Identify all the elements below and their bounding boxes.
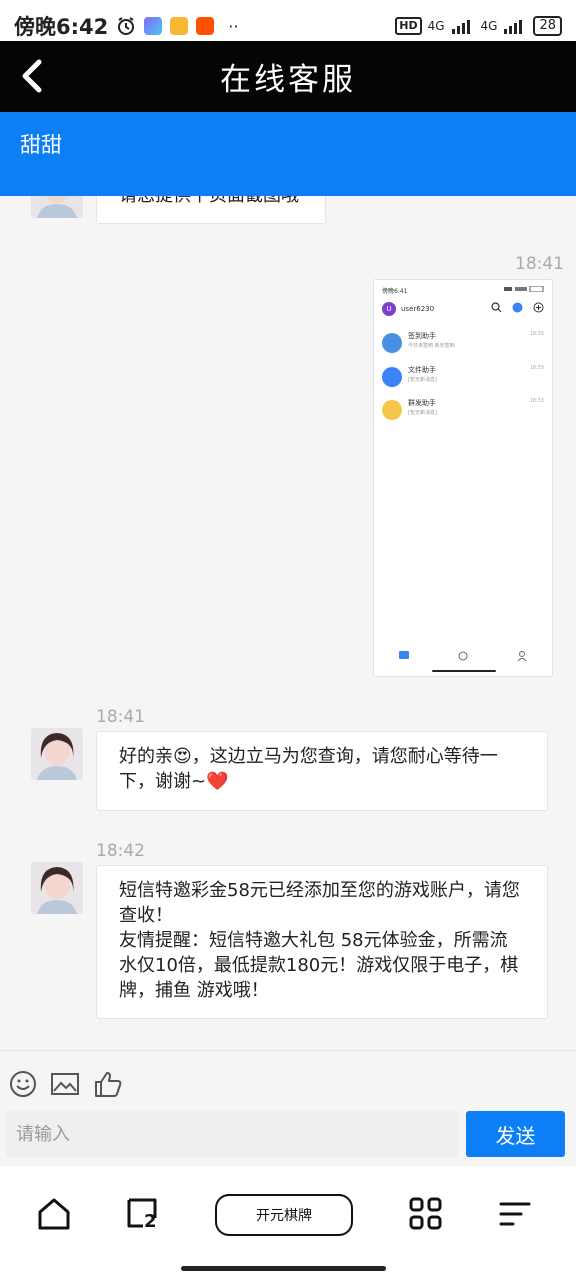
shot-status-time: 傍晚6:41 xyxy=(382,288,408,295)
shot-row-title: 签到助手 xyxy=(408,332,436,340)
status-notification-icons: ·· xyxy=(116,16,238,36)
shot-row-subtitle: [暂无新消息] xyxy=(408,410,437,416)
menu-icon[interactable] xyxy=(497,1196,533,1232)
message-text: 短信特邀彩金58元已经添加至您的游戏账户，请您查收！ 友情提醒：短信特邀大礼包 … xyxy=(119,880,520,1001)
apps-icon[interactable] xyxy=(408,1196,444,1232)
shot-row-title: 文件助手 xyxy=(408,366,436,374)
shot-list-item: 群发助手 [暂无新消息] 18:33 xyxy=(382,397,544,427)
shot-list-item: 签到助手 今日未签到·新年签到 18:33 xyxy=(382,330,544,360)
tab-count: 2 xyxy=(144,1211,157,1232)
message-bubble: 好的亲😍，这边立马为您查询，请您耐心等待一下，谢谢~❤️ xyxy=(96,731,548,811)
folder-icon xyxy=(382,367,402,387)
agent-avatar xyxy=(31,728,83,780)
signal-icon xyxy=(451,20,470,34)
message-input[interactable] xyxy=(6,1111,458,1157)
home-icon[interactable] xyxy=(36,1196,72,1232)
more-notifications-icon: ·· xyxy=(228,16,239,36)
shot-row-subtitle: [暂无新消息] xyxy=(408,377,437,383)
emoji-icon[interactable] xyxy=(8,1069,38,1099)
shot-bottom-nav xyxy=(374,650,552,662)
shot-user-name: user6230 xyxy=(401,305,435,313)
message-time: 18:42 xyxy=(96,841,145,861)
status-right-icons: HD 4G 4G 28 xyxy=(395,16,562,36)
add-icon xyxy=(533,302,544,313)
search-icon xyxy=(491,302,502,313)
shot-top-icons xyxy=(491,302,544,313)
screenshot-image-message[interactable]: 傍晚6:41 U user6230 签到助手 今日未签到·新年签到 18:33 … xyxy=(373,279,553,677)
app-notification-icon xyxy=(144,17,163,35)
compass-icon xyxy=(512,302,523,313)
app-notification-icon xyxy=(170,17,189,35)
agent-name: 甜甜 xyxy=(20,133,62,157)
send-button[interactable]: 发送 xyxy=(466,1111,565,1157)
network-type: 4G xyxy=(427,19,445,33)
network-type: 4G xyxy=(480,19,498,33)
taobao-icon xyxy=(196,17,215,35)
profile-icon xyxy=(517,651,527,662)
shot-user: U user6230 xyxy=(382,302,434,316)
shot-row-subtitle: 今日未签到·新年签到 xyxy=(408,343,455,349)
kaiyuan-qipai-button[interactable]: 开元棋牌 xyxy=(215,1194,353,1236)
page-title: 在线客服 xyxy=(220,62,356,98)
shot-status-bar: 傍晚6:41 xyxy=(382,286,544,295)
message-time: 18:41 xyxy=(515,254,564,274)
bottom-nav: 2 开元棋牌 xyxy=(0,1166,576,1280)
contacts-icon xyxy=(458,651,468,661)
sign-in-helper-icon xyxy=(382,333,402,353)
message-bubble: 短信特邀彩金58元已经添加至您的游戏账户，请您查收！ 友情提醒：短信特邀大礼包 … xyxy=(96,865,548,1019)
shot-row-time: 18:33 xyxy=(529,365,544,371)
agent-bar: 甜甜 xyxy=(0,112,576,196)
agent-avatar xyxy=(31,196,83,218)
shot-row-time: 18:33 xyxy=(529,331,544,337)
shot-row-title: 群发助手 xyxy=(408,399,436,407)
alarm-icon xyxy=(118,17,135,35)
image-icon[interactable] xyxy=(50,1069,80,1099)
message-bubble: 请您提供下页面截图哦 xyxy=(96,196,326,224)
shot-list-item: 文件助手 [暂无新消息] 18:33 xyxy=(382,364,544,394)
message-text: 好的亲😍，这边立马为您查询，请您耐心等待一下，谢谢~❤️ xyxy=(119,746,498,792)
back-button[interactable] xyxy=(10,53,54,99)
message-text: 请您提供下页面截图哦 xyxy=(119,196,299,206)
chevron-left-icon xyxy=(22,59,42,93)
broadcast-icon xyxy=(382,400,402,420)
agent-avatar xyxy=(31,862,83,914)
title-bar: 在线客服 xyxy=(0,41,576,112)
tabs-button[interactable]: 2 xyxy=(125,1196,161,1232)
thumbs-up-icon[interactable] xyxy=(93,1069,123,1099)
message-time: 18:41 xyxy=(96,707,145,727)
chat-area[interactable]: 请您提供下页面截图哦 18:41 傍晚6:41 U user6230 签到助手 … xyxy=(0,196,576,1048)
signal-icon xyxy=(504,20,523,34)
hd-icon: HD xyxy=(395,17,422,35)
status-time: 傍晚6:42 xyxy=(14,15,109,39)
input-area: 发送 xyxy=(0,1050,576,1165)
battery-icon: 28 xyxy=(533,16,562,36)
chat-icon xyxy=(398,651,409,659)
shot-home-indicator xyxy=(432,670,496,672)
shot-status-icons xyxy=(504,286,544,292)
home-indicator xyxy=(181,1266,386,1271)
shot-user-avatar: U xyxy=(382,302,396,316)
shot-row-time: 18:33 xyxy=(529,398,544,404)
